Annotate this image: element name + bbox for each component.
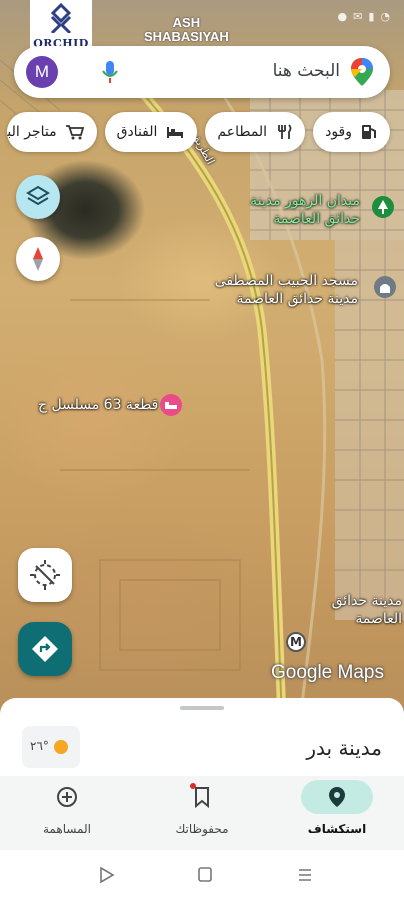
- plot-label[interactable]: قطعة 63 مسلسل ج: [38, 396, 158, 414]
- hotel-icon: [167, 127, 184, 138]
- mic-icon[interactable]: [100, 59, 120, 85]
- bottom-sheet[interactable]: ٢٦° مدينة بدر: [0, 698, 404, 776]
- wifi-icon: ◔: [380, 10, 390, 23]
- orchid-logo-icon: [50, 3, 72, 33]
- google-maps-watermark: Google Maps: [270, 662, 384, 683]
- place-tag-line1: ASH: [172, 15, 201, 30]
- status-icons: ● ✉ ▮ ◔: [338, 10, 391, 23]
- place-tag: ASH SHABASIYAH: [144, 16, 229, 44]
- google-maps-pin-icon: [351, 58, 373, 86]
- account-avatar[interactable]: M: [26, 56, 58, 88]
- hotel-pin[interactable]: [160, 394, 182, 416]
- tree-icon: [378, 200, 388, 214]
- search-input[interactable]: البحث هنا: [273, 61, 340, 81]
- chip-grocery[interactable]: متاجر البق: [6, 112, 97, 152]
- chip-fuel[interactable]: وقود: [313, 112, 390, 152]
- recents-menu-icon[interactable]: [296, 865, 314, 885]
- brand-badge: ORCHID: [30, 0, 92, 52]
- layers-button[interactable]: [16, 175, 60, 219]
- chip-restaurants-label: المطاعم: [217, 124, 268, 140]
- tab-contribute[interactable]: المساهمة: [0, 776, 134, 850]
- add-circle-icon: [57, 787, 77, 807]
- sheet-drag-handle[interactable]: [180, 706, 224, 710]
- place-tag-line2: SHABASIYAH: [144, 29, 229, 44]
- tab-explore-indicator: [301, 780, 373, 814]
- city-label-text: مدينة حدائق العاصمة: [331, 593, 402, 627]
- search-bar[interactable]: M البحث هنا: [14, 46, 390, 98]
- park-pin[interactable]: [372, 196, 394, 218]
- metro-pin[interactable]: M: [286, 632, 306, 652]
- cart-icon: [65, 125, 84, 140]
- satellite-map[interactable]: الطريق ميدان الزهور مدينة حدائق العاصمة …: [0, 0, 404, 720]
- saved-badge-dot: [190, 783, 196, 789]
- bed-icon: [165, 402, 177, 409]
- tab-saved-indicator: [166, 780, 238, 814]
- category-chips: وقود المطاعم الفنادق متاجر البق: [6, 112, 390, 152]
- mosque-icon: [380, 284, 390, 293]
- tab-explore-label: استكشاف: [307, 822, 367, 836]
- system-navigation-bar: [0, 850, 404, 900]
- explore-pin-icon: [329, 787, 345, 807]
- mosque-label[interactable]: مسجد الحبيب المصطفى مدينة حدائق العاصمة: [215, 272, 358, 308]
- weather-chip[interactable]: ٢٦°: [22, 726, 80, 768]
- status-bar: ORCHID ASH SHABASIYAH ● ✉ ▮ ◔: [0, 0, 404, 52]
- tab-contribute-indicator: [31, 780, 103, 814]
- location-off-icon: [30, 560, 60, 590]
- park-label-text: ميدان الزهور مدينة حدائق العاصمة: [250, 193, 360, 227]
- mosque-label-text: مسجد الحبيب المصطفى مدينة حدائق العاصمة: [214, 273, 358, 307]
- directions-button[interactable]: [18, 622, 72, 676]
- notification-icon: ●: [337, 10, 348, 23]
- restaurant-icon: [278, 124, 292, 139]
- signal-icon: ▮: [368, 10, 375, 23]
- city-label[interactable]: مدينة حدائق العاصمة: [332, 592, 402, 628]
- fuel-icon: [362, 125, 376, 139]
- tab-saved[interactable]: محفوظاتك: [135, 776, 269, 850]
- chip-fuel-label: وقود: [325, 124, 352, 140]
- back-triangle-icon[interactable]: [98, 865, 116, 885]
- mosque-pin[interactable]: [374, 276, 396, 298]
- layers-icon: [26, 185, 50, 206]
- chip-restaurants[interactable]: المطاعم: [205, 112, 306, 152]
- directions-icon: [32, 636, 58, 662]
- temperature: ٢٦°: [30, 739, 49, 753]
- chip-hotels[interactable]: الفنادق: [104, 112, 198, 152]
- park-label[interactable]: ميدان الزهور مدينة حدائق العاصمة: [250, 192, 360, 228]
- home-square-icon[interactable]: [196, 865, 214, 885]
- bottom-nav: استكشاف محفوظاتك المساهمة: [0, 776, 404, 850]
- message-icon: ✉: [353, 10, 363, 23]
- tab-saved-label: محفوظاتك: [175, 822, 229, 836]
- compass-icon: [33, 247, 43, 271]
- plot-label-text: قطعة 63 مسلسل ج: [38, 397, 159, 413]
- sun-icon: [54, 740, 68, 754]
- chip-hotels-label: الفنادق: [116, 124, 158, 140]
- tab-explore[interactable]: استكشاف: [270, 776, 404, 850]
- my-location-button[interactable]: [18, 548, 72, 602]
- compass-button[interactable]: [16, 237, 60, 281]
- metro-icon: M: [290, 635, 302, 649]
- chip-grocery-label: متاجر البق: [7, 124, 57, 140]
- tab-contribute-label: المساهمة: [43, 822, 91, 836]
- city-name: مدينة بدر: [306, 736, 382, 760]
